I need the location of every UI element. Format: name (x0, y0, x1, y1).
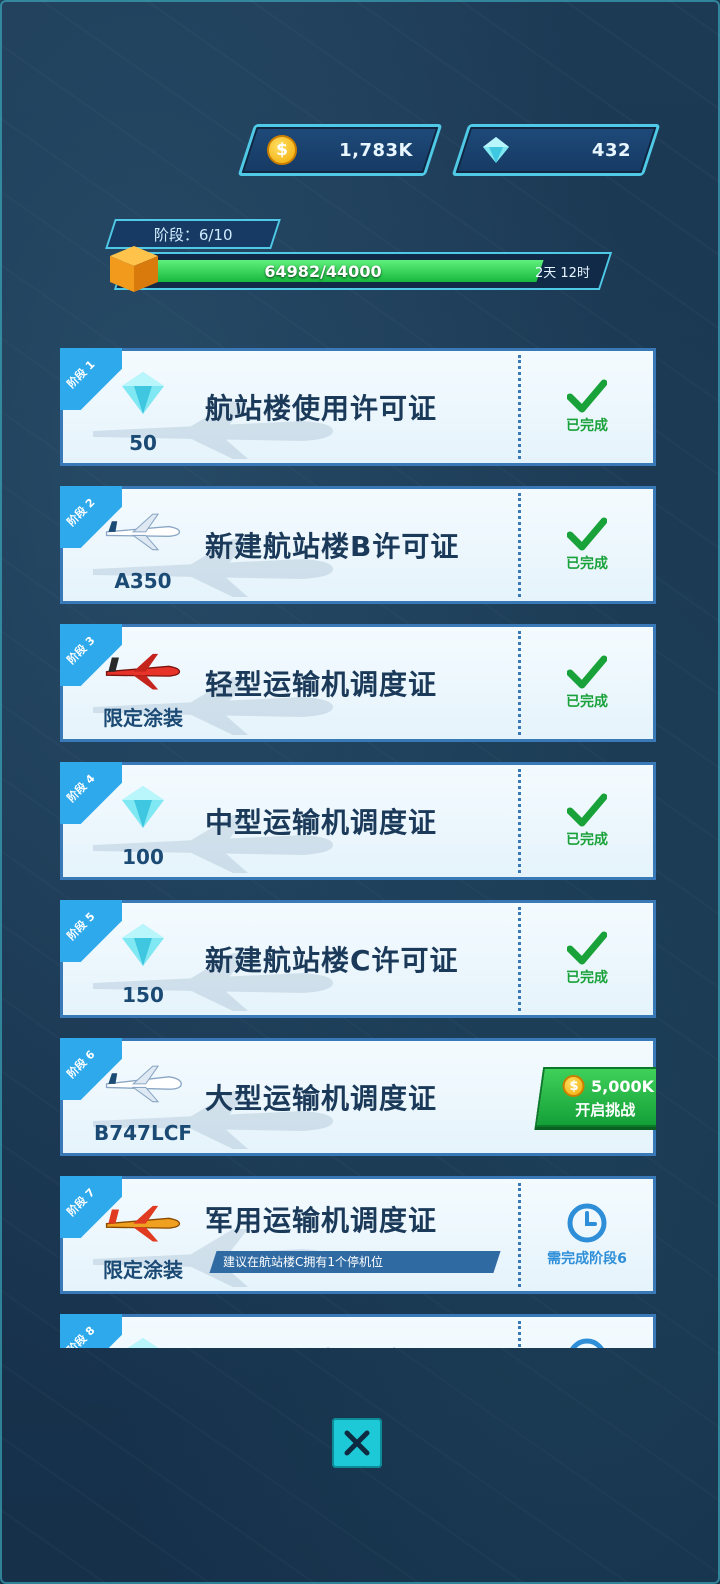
reward (73, 1325, 213, 1348)
stage-progress-bar: 64982/44000 2天 12时 (113, 252, 613, 290)
gem-counter: 432 (451, 124, 661, 176)
card-title: 军用运输机调度证 (205, 1204, 438, 1237)
card-title: 航站楼使用许可证 (205, 392, 438, 425)
reward: 限定涂装 (73, 1187, 213, 1289)
status-text: 已完成 (566, 556, 608, 572)
card-title: 新建航站楼B许可证 (205, 530, 460, 563)
close-button[interactable] (332, 1418, 382, 1468)
card-title: 轻型运输机调度证 (205, 668, 438, 701)
status-completed: 已完成 (521, 351, 653, 463)
card-title: 重型运输机调度证 (205, 1305, 437, 1348)
stage-card: 阶段 6 B747LCF 大型运输机调度证 $ 5,000K 开启挑战 (60, 1038, 656, 1156)
reward: A350 (73, 497, 213, 599)
reward-label: 限定涂装 (103, 706, 183, 730)
hint-bar: 建议在航站楼C拥有1个停机位 (209, 1251, 501, 1273)
coin-amount: 1,783K (339, 139, 413, 161)
status-completed: 已完成 (521, 765, 653, 877)
status-completed: 已完成 (521, 903, 653, 1015)
stage-card: 阶段 4 100 中型运输机调度证 已完成 (60, 762, 656, 880)
reward-label: 50 (129, 431, 157, 455)
stage-card: 阶段 7 限定涂装 军用运输机调度证 建议在航站楼C拥有1个停机位 需完成阶段6 (60, 1176, 656, 1294)
stage-card: 阶段 2 A350 新建航站楼B许可证 已完成 (60, 486, 656, 604)
reward-label: 限定涂装 (103, 1258, 183, 1282)
plane-red-icon (103, 641, 183, 697)
status-completed: 已完成 (521, 489, 653, 601)
card-title: 大型运输机调度证 (205, 1082, 438, 1115)
hint-text: 建议在航站楼C拥有1个停机位 (223, 1255, 384, 1269)
start-challenge-button[interactable]: $ 5,000K 开启挑战 (534, 1067, 656, 1127)
status-completed: 已完成 (521, 627, 653, 739)
reward: 150 (73, 911, 213, 1013)
card-title: 新建航站楼C许可证 (205, 944, 459, 977)
status-text: 已完成 (566, 694, 608, 710)
gem-icon (103, 917, 183, 973)
time-left: 2天 12时 (535, 265, 590, 281)
clock-icon (570, 1338, 604, 1348)
progress-text: 64982/44000 (264, 261, 382, 281)
check-icon (567, 931, 607, 965)
coin-icon: $ (563, 1075, 586, 1097)
stage-label: 阶段：6/10 (153, 225, 233, 244)
stage-card: 阶段 3 限定涂装 轻型运输机调度证 已完成 (60, 624, 656, 742)
gem-amount: 432 (591, 139, 631, 161)
reward: 限定涂装 (73, 635, 213, 737)
status-text: 已完成 (566, 970, 608, 986)
gem-icon (103, 779, 183, 835)
reward-box-icon[interactable] (106, 240, 162, 296)
plane-orange-icon (103, 1193, 183, 1249)
card-title: 中型运输机调度证 (205, 806, 438, 839)
stage-list[interactable]: 阶段 1 50 航站楼使用许可证 已完成 阶段 2 A350 新建航站楼B许可证… (60, 348, 656, 1348)
reward: 50 (73, 359, 213, 461)
reward: B747LCF (73, 1049, 213, 1151)
status-text: 需完成阶段6 (547, 1251, 627, 1267)
status-locked (521, 1317, 653, 1348)
clock-icon (567, 1203, 607, 1243)
gem-icon (481, 135, 511, 165)
coin-icon: $ (267, 135, 297, 165)
reward: 100 (73, 773, 213, 875)
status-text: 已完成 (566, 418, 608, 434)
close-icon (344, 1430, 370, 1456)
challenge-cost: 5,000K (591, 1076, 655, 1096)
reward-label: 150 (122, 983, 164, 1007)
check-icon (567, 793, 607, 827)
gem-icon (103, 365, 183, 421)
stage-card: 阶段 5 150 新建航站楼C许可证 已完成 (60, 900, 656, 1018)
check-icon (567, 379, 607, 413)
reward-label: B747LCF (93, 1121, 193, 1145)
challenge-label: 开启挑战 (575, 1101, 636, 1119)
plane-white-icon (103, 503, 183, 559)
stage-card: 阶段 1 50 航站楼使用许可证 已完成 (60, 348, 656, 466)
reward-label: 100 (122, 845, 164, 869)
check-icon (567, 517, 607, 551)
status-locked: 需完成阶段6 (521, 1179, 653, 1291)
stage-card: 阶段 8 重型运输机调度证 (60, 1314, 656, 1348)
gem-icon (103, 1331, 183, 1348)
check-icon (567, 655, 607, 689)
status-text: 已完成 (566, 832, 608, 848)
plane-white-icon (103, 1055, 183, 1111)
reward-label: A350 (114, 569, 172, 593)
coin-counter: $ 1,783K (237, 124, 443, 176)
